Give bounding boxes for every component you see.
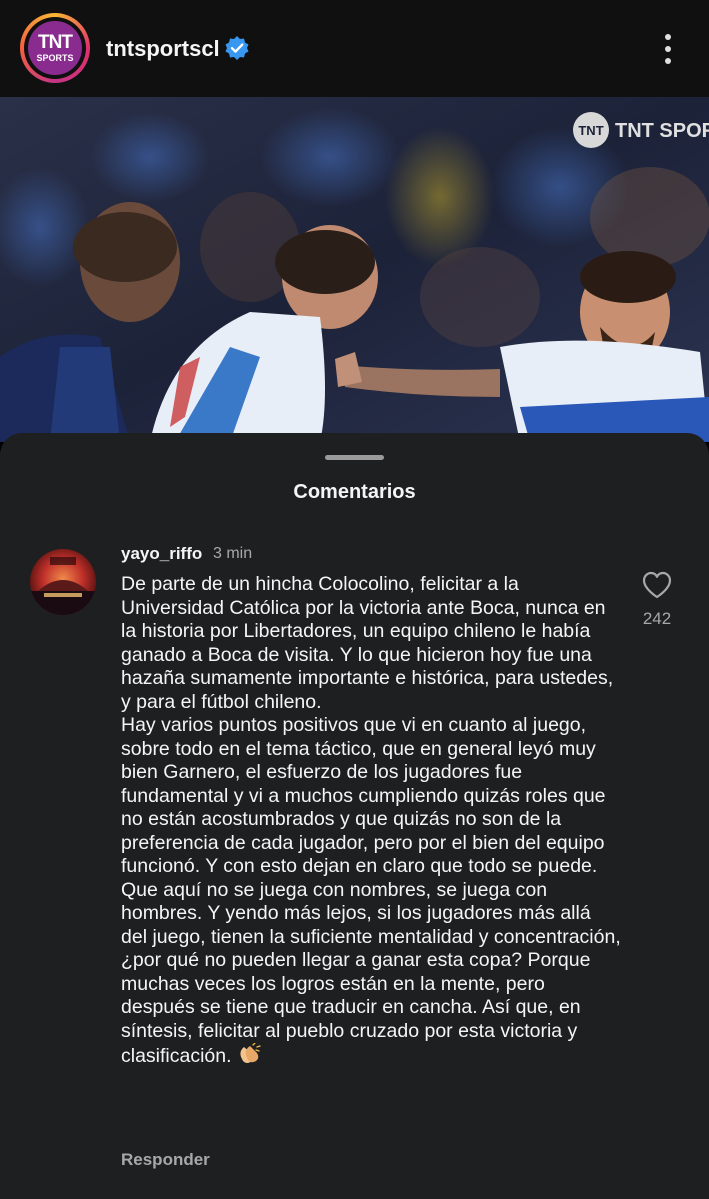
more-vertical-icon[interactable] xyxy=(656,32,680,66)
svg-text:TNT: TNT xyxy=(578,123,603,138)
tnt-sports-watermark: TNT SPORTS xyxy=(615,120,709,142)
comment-username[interactable]: yayo_riffo xyxy=(121,544,202,564)
verified-badge-icon xyxy=(225,36,249,60)
post-header: TNT SPORTS tntsportscl xyxy=(0,0,709,97)
comment-body: De parte de un hincha Colocolino, felici… xyxy=(121,573,621,1067)
comment-text: De parte de un hincha Colocolino, felici… xyxy=(121,573,621,1069)
reply-button[interactable]: Responder xyxy=(121,1150,210,1170)
comment-timestamp: 3 min xyxy=(213,545,253,562)
comments-sheet: Comentarios yayo_riffo 3 min De parte de… xyxy=(0,433,709,1199)
tnt-sports-logo: TNT SPORTS xyxy=(28,21,82,75)
post-photo-image: TNT TNT SPORTS xyxy=(0,97,709,442)
clapping-hands-icon xyxy=(240,1043,261,1063)
heart-icon[interactable] xyxy=(642,571,672,599)
profile-avatar[interactable]: TNT SPORTS xyxy=(20,13,90,83)
comments-title: Comentarios xyxy=(293,481,416,503)
like-count: 242 xyxy=(642,609,672,628)
account-username[interactable]: tntsportscl xyxy=(106,36,220,62)
commenter-avatar[interactable] xyxy=(30,549,96,615)
drag-handle[interactable] xyxy=(325,455,384,460)
avatar-image xyxy=(30,549,96,615)
post-photo[interactable]: TNT TNT SPORTS xyxy=(0,97,709,442)
